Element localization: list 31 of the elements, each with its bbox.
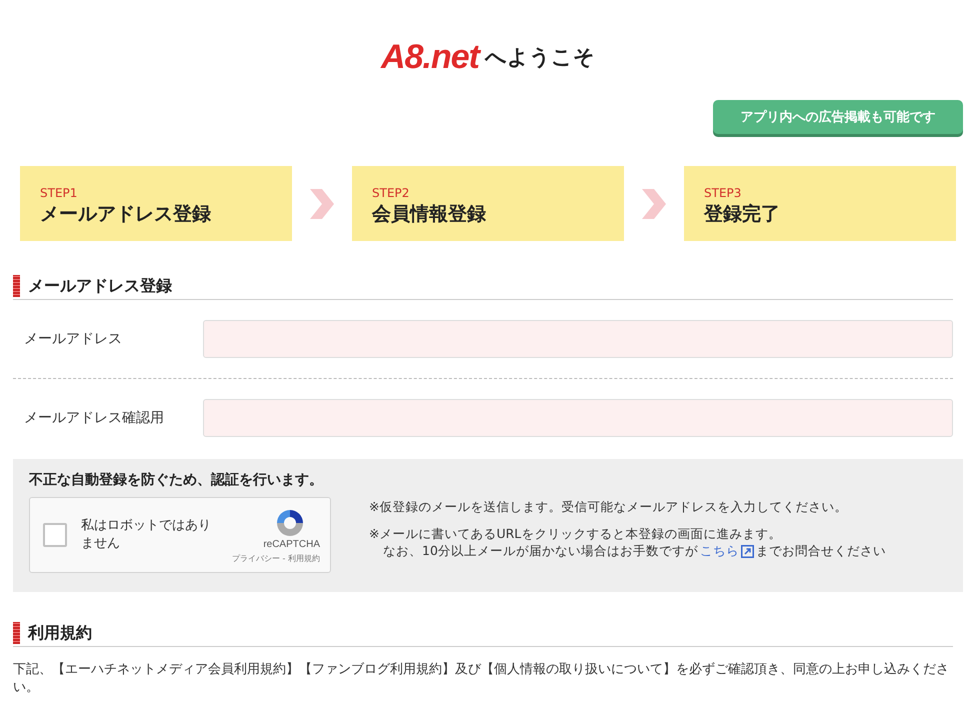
heading-marker (13, 622, 20, 644)
terms-text: 下記、【エーハチネットメディア会員利用規約】【ファンブログ利用規約】及び【個人情報の取り扱いについて】を必ずご確認頂き、同意の上お申し込みください。 (13, 661, 950, 696)
field-label: メールアドレス確認用 (24, 409, 165, 427)
note-text: までお問合せください (756, 543, 886, 560)
step-label: STEP1 (40, 186, 78, 200)
captcha-checkbox[interactable] (43, 523, 67, 547)
note-text: ※仮登録のメールを送信します。受信可能なメールアドレスを入力してください。 (369, 499, 848, 516)
chevron-icon (640, 186, 668, 220)
field-label: メールアドレス (24, 330, 123, 348)
step-title: メールアドレス登録 (40, 202, 212, 227)
heading-marker (13, 275, 20, 297)
captcha-links[interactable]: プライバシー - 利用規約 (232, 552, 320, 564)
step-title: 会員情報登録 (372, 202, 487, 227)
email-field[interactable] (203, 399, 953, 437)
email-field[interactable] (203, 320, 953, 358)
captcha-label: 私はロボットではありません (81, 517, 212, 553)
section-heading: 利用規約 (28, 622, 92, 644)
step-title: 登録完了 (704, 202, 781, 227)
step-label: STEP2 (372, 186, 410, 200)
page-title: へようこそ (484, 44, 595, 71)
section-heading: メールアドレス登録 (28, 276, 172, 296)
promo-button[interactable]: アプリ内への広告掲載も可能です (713, 100, 963, 134)
captcha-brand: reCAPTCHA (263, 538, 320, 550)
external-link-icon (740, 545, 754, 558)
chevron-icon (308, 186, 336, 220)
step-label: STEP3 (704, 186, 742, 200)
note-text: なお、10分以上メールが届かない場合はお手数ですが (383, 543, 698, 560)
contact-link[interactable]: こちら (700, 543, 739, 560)
logo: A8.net (381, 38, 479, 76)
note-text: ※メールに書いてあるURLをクリックすると本登録の画面に進みます。 (369, 526, 782, 543)
verification-heading: 不正な自動登録を防ぐため、認証を行います。 (29, 471, 324, 489)
